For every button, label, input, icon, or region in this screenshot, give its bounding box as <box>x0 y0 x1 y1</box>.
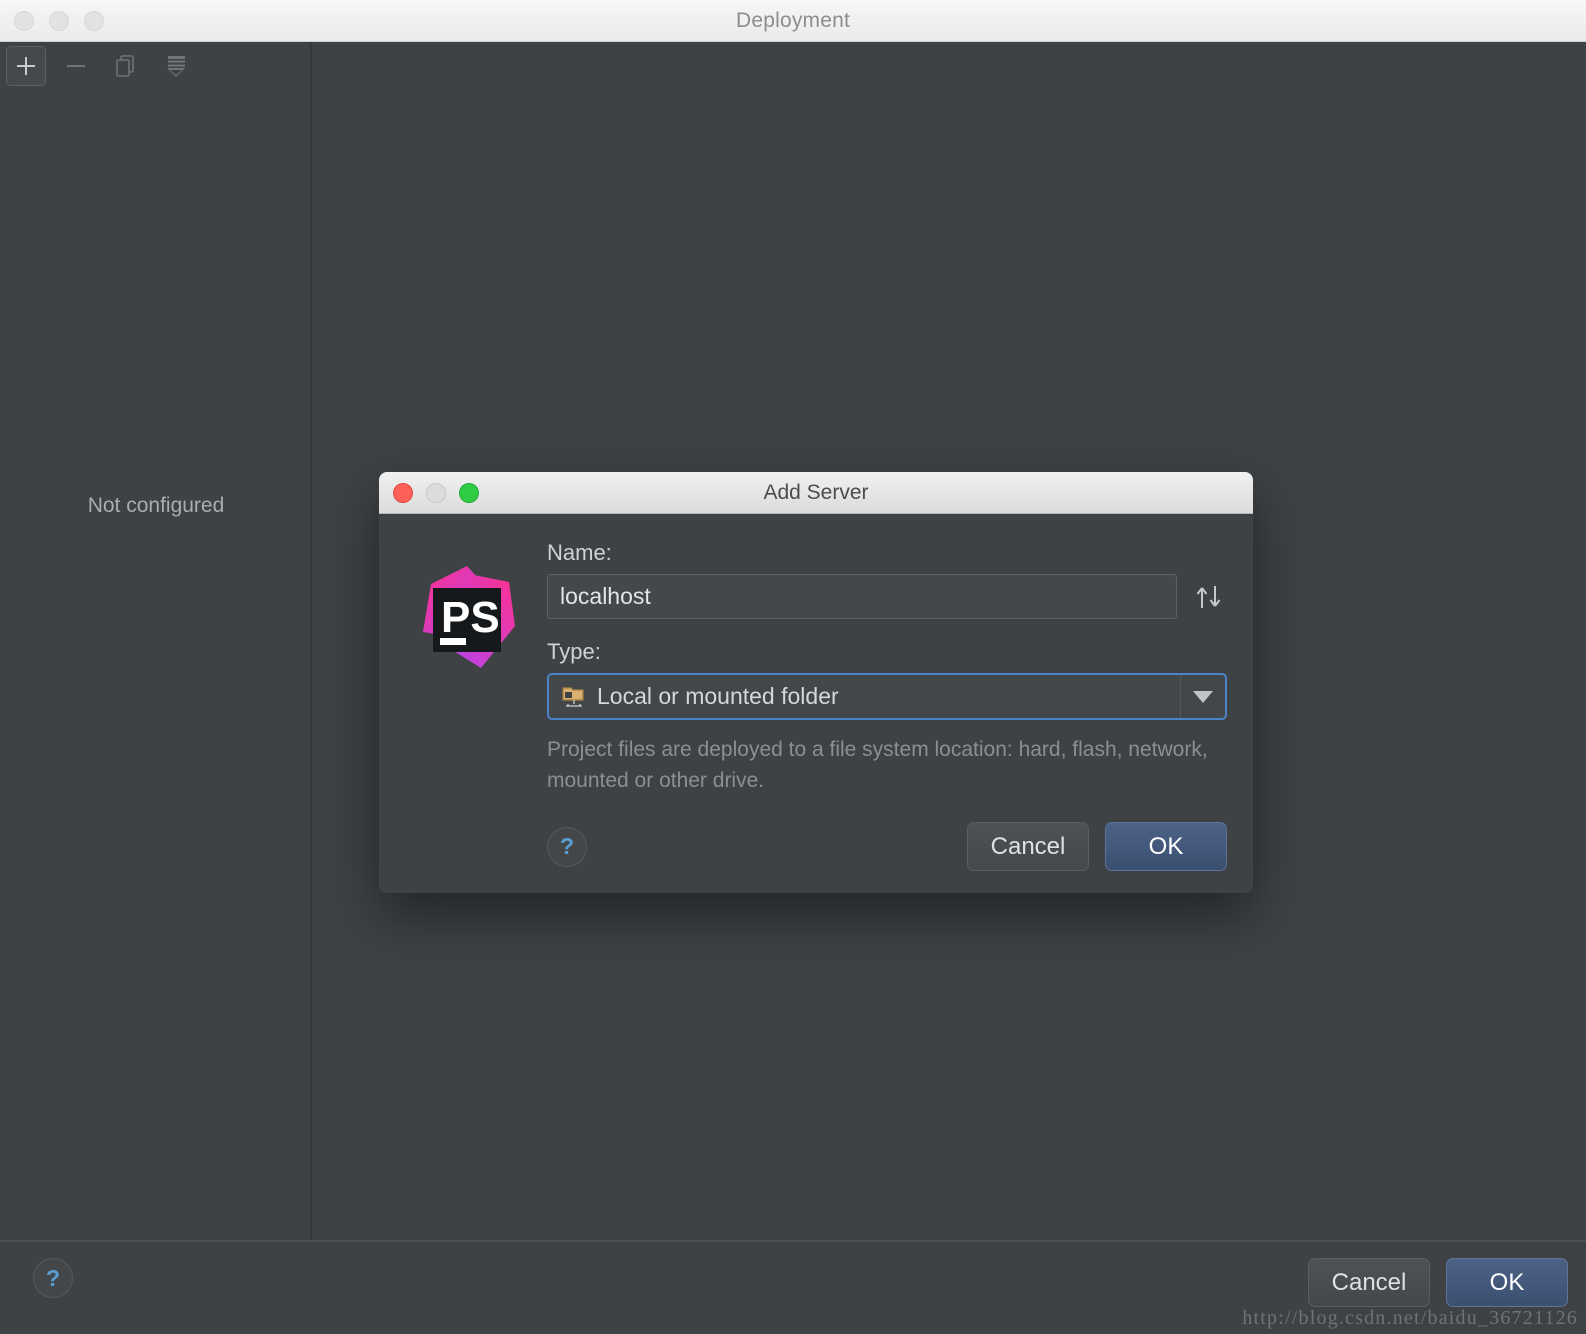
window-help-button[interactable]: ? <box>33 1258 73 1298</box>
dialog-body: PS Name: localhost Type: Local or mounte… <box>379 514 1253 894</box>
dialog-ok-button[interactable]: OK <box>1105 822 1227 872</box>
import-paths-icon <box>167 56 185 77</box>
sort-arrows-glyph <box>1196 585 1221 608</box>
server-list-pane: Not configured <box>0 42 312 1240</box>
minus-icon <box>67 65 85 67</box>
deployment-window: Deployment Not configured Add Server PS … <box>0 0 1586 1334</box>
window-title: Deployment <box>735 8 851 32</box>
watermark-url: http://blog.csdn.net/baidu_36721126 <box>1242 1307 1578 1329</box>
phpstorm-logo: PS <box>405 538 547 871</box>
sort-up-down-icon[interactable] <box>1191 582 1227 612</box>
dialog-footer: ? Cancel OK <box>547 822 1227 872</box>
type-description: Project files are deployed to a file sys… <box>547 738 1208 793</box>
dialog-titlebar: Add Server <box>379 472 1253 514</box>
remove-server-button[interactable] <box>56 46 96 86</box>
type-select-value: Local or mounted folder <box>597 683 839 709</box>
window-cancel-button[interactable]: Cancel <box>1308 1258 1430 1307</box>
server-list-toolbar <box>0 42 196 90</box>
copy-icon <box>116 55 134 77</box>
copy-server-button[interactable] <box>106 46 146 86</box>
dialog-button-group: Cancel OK <box>967 822 1227 872</box>
dialog-title: Add Server <box>763 480 869 504</box>
type-select[interactable]: Local or mounted folder <box>547 673 1227 720</box>
name-field-row: localhost <box>547 574 1227 619</box>
chevron-down-icon[interactable] <box>1180 675 1225 718</box>
empty-state-label: Not configured <box>87 494 225 517</box>
window-titlebar: Deployment <box>0 0 1586 42</box>
add-server-dialog: Add Server PS Name: localhost Type: Loca… <box>379 472 1253 894</box>
plus-icon <box>17 57 35 75</box>
import-paths-button[interactable] <box>156 46 196 86</box>
window-button-group: Cancel OK <box>1308 1258 1568 1307</box>
svg-text:PS: PS <box>441 593 500 642</box>
window-body: Not configured Add Server PS Name: local… <box>0 42 1586 1240</box>
window-footer: ? Cancel OK http://blog.csdn.net/baidu_3… <box>0 1240 1586 1334</box>
dialog-cancel-button[interactable]: Cancel <box>967 822 1089 872</box>
phpstorm-logo-icon: PS <box>423 566 515 668</box>
chevron-down-glyph <box>1193 690 1213 703</box>
local-folder-icon <box>561 684 587 710</box>
window-ok-button[interactable]: OK <box>1446 1258 1568 1307</box>
add-server-button[interactable] <box>6 46 46 86</box>
local-folder-glyph <box>562 686 584 707</box>
name-field-label: Name: <box>547 540 612 565</box>
name-input[interactable]: localhost <box>547 574 1177 619</box>
dialog-form: Name: localhost Type: Local or mounted f… <box>547 538 1227 872</box>
dialog-help-button[interactable]: ? <box>547 826 587 867</box>
type-field-label: Type: <box>547 639 601 664</box>
